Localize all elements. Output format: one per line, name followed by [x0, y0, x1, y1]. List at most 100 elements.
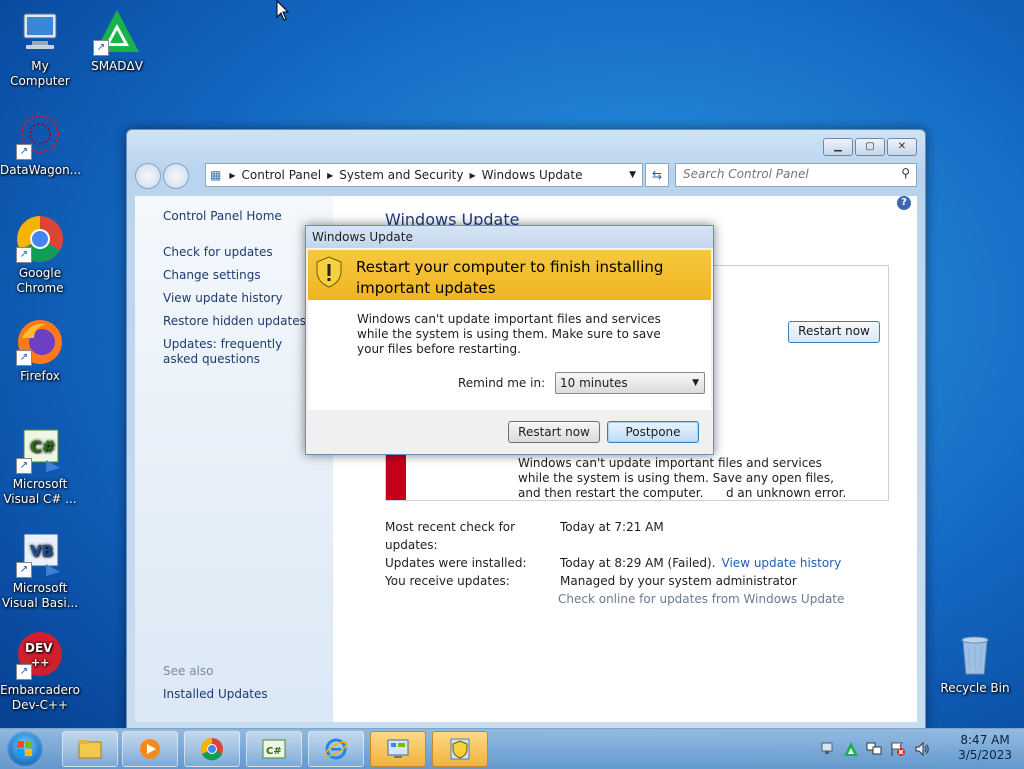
- maximize-button[interactable]: ▢: [855, 138, 885, 156]
- desktop-icon-devcpp[interactable]: DEV ++ ↗ Embarcadero Dev-C++: [0, 632, 80, 713]
- csharp-icon: C# ↗: [16, 426, 64, 474]
- taskbar-control-panel[interactable]: [370, 731, 426, 767]
- desktop-icon-label: SMADΔV: [91, 59, 143, 73]
- vb-icon: VB ↗: [16, 530, 64, 578]
- taskbar-chrome[interactable]: [184, 731, 240, 767]
- tray-action-center-icon[interactable]: [890, 741, 906, 757]
- error-status-bar: [386, 448, 406, 500]
- windows-update-dialog: Windows Update Restart your computer to …: [305, 225, 714, 455]
- desktop-icon-chrome[interactable]: ↗ Google Chrome: [0, 215, 80, 296]
- breadcrumb-arrow-icon: ▶: [229, 170, 236, 180]
- taskbar-visual-csharp[interactable]: C#: [246, 731, 302, 767]
- svg-text:DEV: DEV: [25, 641, 53, 655]
- tray-network-icon[interactable]: [820, 741, 834, 755]
- address-bar[interactable]: ▦ ▶ Control Panel ▶ System and Security …: [205, 163, 643, 187]
- svg-text:C#: C#: [30, 437, 55, 456]
- devcpp-icon: DEV ++ ↗: [16, 632, 64, 680]
- recycle-bin-icon: [951, 630, 999, 678]
- tray-volume-icon[interactable]: [914, 741, 930, 757]
- taskbar: C# 8:47 AM 3/5/2023: [0, 728, 1024, 769]
- clock-time: 8:47 AM: [960, 733, 1010, 747]
- view-update-history-link[interactable]: View update history: [163, 291, 283, 306]
- info-row: You receive updates: Managed by your sys…: [385, 572, 844, 590]
- desktop-icon-recycle-bin[interactable]: Recycle Bin: [935, 630, 1015, 696]
- desktop-icon-label: My Computer: [10, 59, 70, 88]
- search-input[interactable]: Search Control Panel ⚲: [675, 163, 917, 187]
- csharp-icon: C#: [262, 739, 286, 759]
- chevron-down-icon[interactable]: ▼: [629, 170, 636, 180]
- desktop-icon-my-computer[interactable]: My Computer: [0, 8, 80, 89]
- window-controls: ▁ ▢ ✕: [823, 138, 917, 156]
- remind-me-label: Remind me in:: [458, 376, 546, 390]
- restart-now-button[interactable]: Restart now: [788, 321, 880, 343]
- shortcut-arrow-icon: ↗: [16, 144, 32, 160]
- update-info: Most recent check for updates: Today at …: [385, 518, 844, 608]
- shortcut-arrow-icon: ↗: [16, 350, 32, 366]
- info-key: Updates were installed:: [385, 556, 527, 570]
- desktop-icon-datawagon[interactable]: ↗ DataWagon...: [0, 112, 81, 178]
- back-button[interactable]: [135, 163, 161, 189]
- desktop-icon-visual-csharp[interactable]: C# ↗ Microsoft Visual C# ...: [0, 426, 80, 507]
- minimize-button[interactable]: ▁: [823, 138, 853, 156]
- desktop-icon-label: Embarcadero Dev-C++: [0, 683, 80, 712]
- refresh-button[interactable]: ⇆: [645, 163, 669, 187]
- desktop-icon-label: Firefox: [20, 369, 60, 383]
- check-for-updates-link[interactable]: Check for updates: [163, 245, 273, 260]
- taskbar-explorer[interactable]: [62, 731, 118, 767]
- tray-clock[interactable]: 8:47 AM 3/5/2023: [958, 733, 1012, 763]
- desktop-icon-firefox[interactable]: ↗ Firefox: [0, 318, 80, 384]
- start-button[interactable]: [6, 730, 44, 768]
- media-player-icon: [140, 739, 160, 759]
- tray-smadav-icon[interactable]: [843, 741, 859, 757]
- desktop-icon-smadav[interactable]: ↗ SMADΔV: [77, 8, 157, 74]
- shortcut-arrow-icon: ↗: [16, 247, 32, 263]
- navigation-bar: ▦ ▶ Control Panel ▶ System and Security …: [135, 163, 917, 189]
- search-icon[interactable]: ⚲: [901, 166, 910, 180]
- info-row: Most recent check for updates: Today at …: [385, 518, 844, 554]
- dialog-restart-now-button[interactable]: Restart now: [508, 421, 600, 443]
- installed-updates-link[interactable]: Installed Updates: [163, 687, 268, 702]
- control-panel-icon: ▦: [210, 168, 222, 182]
- ie-icon: [324, 738, 348, 760]
- tray-network-computers-icon[interactable]: [866, 741, 882, 757]
- clock-date: 3/5/2023: [958, 748, 1012, 762]
- taskbar-windows-update[interactable]: [432, 731, 488, 767]
- info-key: Most recent check for updates:: [385, 520, 516, 552]
- forward-button[interactable]: [163, 163, 189, 189]
- dialog-banner-text: Restart your computer to finish installi…: [356, 258, 664, 297]
- shortcut-arrow-icon: ↗: [16, 562, 32, 578]
- left-navigation-pane: Control Panel Home Check for updates Cha…: [135, 196, 333, 722]
- control-panel-home-link[interactable]: Control Panel Home: [163, 209, 282, 224]
- postpone-button[interactable]: Postpone: [607, 421, 699, 443]
- check-online-link[interactable]: Check online for updates from Windows Up…: [558, 590, 844, 608]
- computer-icon: [16, 8, 64, 56]
- firefox-icon: ↗: [16, 318, 64, 366]
- help-icon[interactable]: ?: [897, 196, 911, 210]
- remind-me-select[interactable]: 10 minutes ▼: [555, 372, 705, 394]
- close-button[interactable]: ✕: [887, 138, 917, 156]
- shortcut-arrow-icon: ↗: [16, 664, 32, 680]
- breadcrumb-arrow-icon: ▶: [327, 170, 334, 180]
- dialog-title: Windows Update: [312, 230, 413, 244]
- taskbar-internet-explorer[interactable]: [308, 731, 364, 767]
- datawagon-icon: ↗: [16, 112, 64, 160]
- dialog-title-bar[interactable]: Windows Update: [306, 226, 713, 248]
- chevron-down-icon: ▼: [692, 378, 699, 388]
- breadcrumb-system-security[interactable]: System and Security: [339, 168, 463, 182]
- change-settings-link[interactable]: Change settings: [163, 268, 261, 283]
- info-value: Today at 7:21 AM: [560, 520, 664, 534]
- taskbar-media-player[interactable]: [122, 731, 178, 767]
- mouse-cursor-icon: [276, 0, 290, 21]
- breadcrumb-arrow-icon: ▶: [469, 170, 476, 180]
- breadcrumb-windows-update[interactable]: Windows Update: [482, 168, 583, 182]
- see-also-label: See also: [163, 664, 214, 678]
- dialog-body: Windows can't update important files and…: [308, 300, 711, 410]
- updates-faq-link[interactable]: Updates: frequently asked questions: [163, 337, 313, 367]
- breadcrumb-control-panel[interactable]: Control Panel: [242, 168, 322, 182]
- view-update-history-link[interactable]: View update history: [722, 554, 842, 572]
- chrome-icon: [200, 737, 223, 761]
- desktop-icon-label: Microsoft Visual C# ...: [3, 477, 77, 506]
- desktop-icon-visual-basic[interactable]: VB ↗ Microsoft Visual Basi...: [0, 530, 80, 611]
- restore-hidden-updates-link[interactable]: Restore hidden updates: [163, 314, 306, 329]
- windows-update-icon: [450, 738, 470, 760]
